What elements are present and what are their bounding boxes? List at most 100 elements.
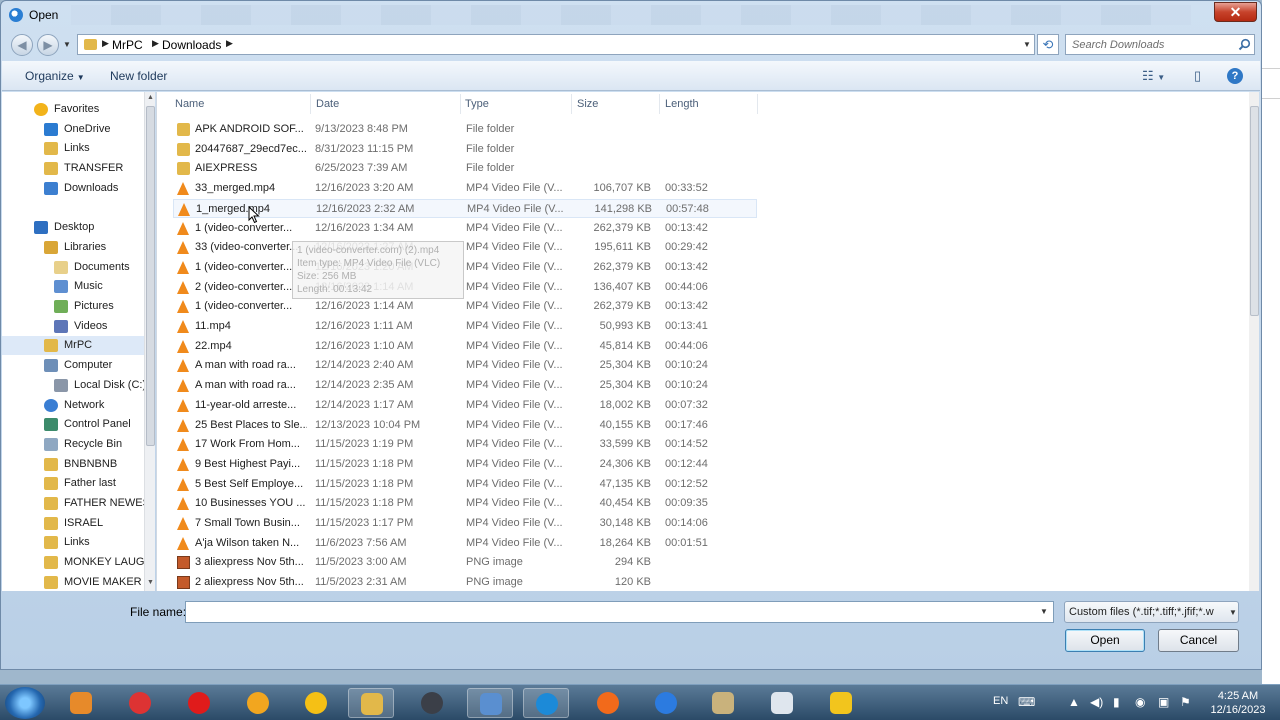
recent-locations-dropdown[interactable]: ▼ xyxy=(63,37,73,53)
file-list-scrollbar[interactable] xyxy=(1249,92,1259,591)
taskbar-app-document[interactable] xyxy=(759,688,805,718)
nav-item[interactable]: Network xyxy=(2,396,144,415)
nav-item[interactable]: Documents xyxy=(2,258,144,277)
forward-button[interactable]: ▶ xyxy=(37,34,59,56)
view-options-icon[interactable]: ☷ ▼ xyxy=(1142,68,1165,84)
search-box[interactable] xyxy=(1065,34,1255,55)
file-row[interactable]: A'ja Wilson taken N... 11/6/2023 7:56 AM M… xyxy=(173,534,757,553)
language-indicator[interactable]: EN xyxy=(993,695,1008,707)
file-row[interactable]: 11.mp4 12/16/2023 1:11 AM MP4 Video File (… xyxy=(173,317,757,336)
nav-item[interactable]: Recycle Bin xyxy=(2,435,144,454)
file-row[interactable]: 2 aliexpress Nov 5th... 11/5/2023 2:31 AM… xyxy=(173,573,757,591)
nav-item[interactable]: Downloads xyxy=(2,179,144,198)
file-row[interactable]: 3 aliexpress Nov 5th... 11/5/2023 3:00 AM… xyxy=(173,553,757,572)
flag-icon[interactable]: ⚑ xyxy=(1180,695,1191,709)
taskbar-app-chrome[interactable] xyxy=(235,688,281,718)
file-row[interactable]: 1 (video-converter... 12/16/2023 1:34 AM M… xyxy=(173,219,757,238)
nav-item[interactable]: Music xyxy=(2,277,144,296)
breadcrumb-separator-icon[interactable]: ▶ xyxy=(102,38,109,49)
open-button[interactable]: Open xyxy=(1065,629,1145,652)
new-folder-button[interactable]: New folder xyxy=(110,69,167,83)
file-list[interactable]: Name Date Type Size Length APK ANDROID S… xyxy=(156,92,1259,591)
nav-item[interactable]: BNBNBNB xyxy=(2,455,144,474)
file-row[interactable]: 7 Small Town Busin... 11/15/2023 1:17 PM M… xyxy=(173,514,757,533)
nav-item[interactable]: Control Panel xyxy=(2,415,144,434)
search-input[interactable] xyxy=(1072,37,1232,52)
column-divider[interactable] xyxy=(659,94,660,114)
nav-item[interactable]: Desktop xyxy=(2,218,144,237)
nav-item[interactable]: Father last xyxy=(2,474,144,493)
taskbar-app-explorer[interactable] xyxy=(348,688,394,718)
volume-icon[interactable]: ◀) xyxy=(1090,695,1103,709)
taskbar-app-network[interactable] xyxy=(467,688,513,718)
title-bar[interactable]: Open ✕ xyxy=(1,1,1261,29)
file-row[interactable]: 11-year-old arreste... 12/14/2023 1:17 AM… xyxy=(173,396,757,415)
file-type-filter[interactable]: Custom files (*.tif;*.tiff;*.jfif;*.w ▼ xyxy=(1064,601,1239,623)
close-button[interactable]: ✕ xyxy=(1214,2,1257,22)
taskbar-app-edge[interactable] xyxy=(523,688,569,718)
breadcrumb-separator-icon[interactable]: ▶ xyxy=(226,38,233,49)
show-hidden-icons-icon[interactable]: ▲ xyxy=(1068,695,1080,709)
organize-button[interactable]: Organize ▼ xyxy=(25,69,85,83)
navigation-pane[interactable]: Favorites OneDrive Links TRANSFER Downloads D… xyxy=(2,92,155,591)
nav-item[interactable]: ISRAEL xyxy=(2,514,144,533)
search-icon[interactable] xyxy=(1238,38,1251,51)
scrollbar-thumb[interactable] xyxy=(1250,106,1259,316)
column-header-size[interactable]: Size xyxy=(577,98,598,110)
nav-item[interactable]: Pictures xyxy=(2,297,144,316)
nav-item[interactable]: Local Disk (C:) xyxy=(2,376,146,395)
file-row[interactable]: 25 Best Places to Sle... 12/13/2023 10:04… xyxy=(173,416,757,435)
file-row[interactable]: 5 Best Self Employe... 11/15/2023 1:18 PM… xyxy=(173,475,757,494)
taskbar-app-recorder[interactable] xyxy=(117,688,163,718)
file-row[interactable]: 33_merged.mp4 12/16/2023 3:20 AM MP4 Video… xyxy=(173,179,757,198)
file-row[interactable]: AIEXPRESS 6/25/2023 7:39 AM File folder xyxy=(173,159,757,178)
nav-item[interactable]: FATHER NEWEST xyxy=(2,494,155,513)
nav-item[interactable]: MOVIE MAKER xyxy=(2,573,144,591)
column-divider[interactable] xyxy=(310,94,311,114)
keyboard-icon[interactable]: ⌨ xyxy=(1018,695,1035,709)
taskbar-app-orange[interactable] xyxy=(585,688,631,718)
wifi-icon[interactable]: ◉ xyxy=(1135,695,1145,709)
file-row[interactable]: APK ANDROID SOF... 9/13/2023 8:48 PM File … xyxy=(173,120,757,139)
scroll-down-icon[interactable]: ▼ xyxy=(146,579,155,589)
address-bar[interactable]: ▶ MrPC ▶ Downloads ▶ ▼ xyxy=(77,34,1035,55)
taskbar-app-yellow[interactable] xyxy=(293,688,339,718)
help-icon[interactable]: ? xyxy=(1227,68,1243,84)
nav-item[interactable]: OneDrive xyxy=(2,120,144,139)
file-row[interactable]: 20447687_29ecd7ec... 8/31/2023 11:15 PM Fi… xyxy=(173,140,757,159)
nav-item[interactable]: TRANSFER xyxy=(2,159,144,178)
clock[interactable]: 4:25 AM 12/16/2023 xyxy=(1203,689,1273,717)
taskbar-app-archive[interactable] xyxy=(818,688,864,718)
nav-item[interactable]: Computer xyxy=(2,356,144,375)
nav-item[interactable]: Libraries xyxy=(2,238,144,257)
network-tray-icon[interactable]: ▣ xyxy=(1158,695,1169,709)
column-divider[interactable] xyxy=(757,94,758,114)
column-header-length[interactable]: Length xyxy=(665,98,699,110)
column-divider[interactable] xyxy=(571,94,572,114)
taskbar-app-tools[interactable] xyxy=(700,688,746,718)
file-name-input[interactable] xyxy=(190,605,1030,620)
column-header-name[interactable]: Name xyxy=(175,98,204,110)
nav-item[interactable]: Links xyxy=(2,139,144,158)
chevron-down-icon[interactable]: ▼ xyxy=(1040,607,1048,616)
nav-item[interactable]: Videos xyxy=(2,317,144,336)
nav-item[interactable]: Favorites xyxy=(2,100,144,119)
scrollbar-thumb[interactable] xyxy=(146,106,155,446)
taskbar-app-wifi[interactable] xyxy=(643,688,689,718)
nav-item[interactable]: MrPC xyxy=(2,336,144,356)
refresh-button[interactable]: ⟲ xyxy=(1037,34,1059,55)
nav-item[interactable]: MONKEY LAUGH xyxy=(2,553,152,572)
breadcrumb-separator-icon[interactable]: ▶ xyxy=(152,38,159,49)
file-row[interactable]: 2 (video-converter...12/16/2023 1:14 AMM… xyxy=(173,278,757,297)
file-row[interactable]: 22.mp4 12/16/2023 1:10 AM MP4 Video File (… xyxy=(173,337,757,356)
navigation-scrollbar[interactable]: ▲ ▼ xyxy=(144,92,155,591)
file-row[interactable]: 33 (video-converter...12/16/2023 1:27 AM… xyxy=(173,238,757,257)
taskbar-app-clock[interactable] xyxy=(409,688,455,718)
preview-pane-icon[interactable]: ▯ xyxy=(1194,68,1201,84)
nav-item[interactable]: Links xyxy=(2,533,144,552)
back-button[interactable]: ◀ xyxy=(11,34,33,56)
scroll-up-icon[interactable]: ▲ xyxy=(146,94,155,104)
start-button[interactable] xyxy=(5,687,45,719)
file-row[interactable]: 10 Businesses YOU ... 11/15/2023 1:18 PM M… xyxy=(173,494,757,513)
column-header-date[interactable]: Date xyxy=(316,98,339,110)
